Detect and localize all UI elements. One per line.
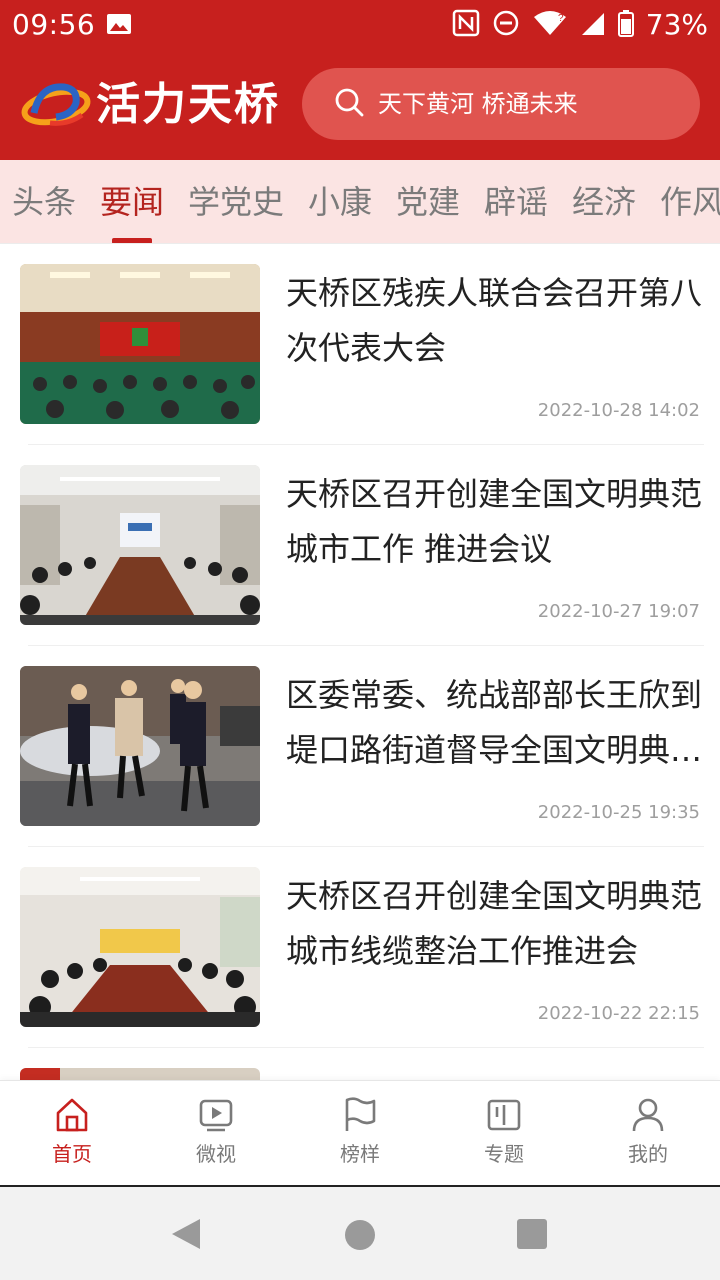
news-thumbnail	[20, 465, 260, 625]
news-title: 天桥区召开创建全国文明典范城市工作 推进会议	[286, 475, 702, 568]
dnd-icon	[492, 9, 520, 41]
nav-label: 我的	[628, 1142, 668, 1166]
tab-style[interactable]: 作风	[660, 182, 720, 222]
search-bar[interactable]: 天下黄河 桥通未来	[302, 68, 700, 140]
app-header: 活力天桥 天下黄河 桥通未来	[0, 50, 720, 160]
search-icon	[334, 87, 364, 121]
tab-economy[interactable]: 经济	[572, 182, 636, 222]
nav-video[interactable]: 微视	[144, 1081, 288, 1186]
system-nav-bar	[0, 1185, 720, 1280]
flag-icon	[345, 1097, 376, 1131]
news-list: 天桥区残疾人联合会召开第八次代表大会 2022-10-28 14:02 天桥区召…	[0, 244, 720, 1080]
book-icon	[487, 1099, 521, 1131]
svg-text:?: ?	[558, 13, 564, 24]
news-title: 天桥区残疾人联合会召开第八次代表大会	[286, 274, 702, 367]
wifi-icon: ?	[532, 9, 568, 41]
nfc-icon	[452, 9, 480, 41]
news-thumbnail	[20, 867, 260, 1027]
signal-icon	[580, 9, 606, 41]
logo-text: 活力天桥	[96, 79, 280, 130]
news-thumbnail	[20, 264, 260, 424]
nav-profile[interactable]: 我的	[576, 1081, 720, 1186]
nav-label: 首页	[52, 1142, 92, 1166]
nav-label: 微视	[196, 1142, 236, 1166]
status-time: 09:56	[12, 8, 96, 41]
home-button-icon[interactable]	[344, 1219, 376, 1251]
news-title: 副区长王立春调研指导建筑垃	[286, 1070, 702, 1080]
nav-topics[interactable]: 专题	[432, 1081, 576, 1186]
news-item[interactable]: 副区长王立春调研指导建筑垃	[0, 1048, 720, 1080]
tab-party-building[interactable]: 党建	[396, 182, 460, 222]
nav-label: 榜样	[340, 1142, 380, 1166]
tab-news[interactable]: 要闻	[100, 182, 164, 222]
channel-tabs: 头条 要闻 学党史 小康 党建 辟谣 经济 作风	[0, 160, 720, 244]
tab-headline[interactable]: 头条	[12, 182, 76, 222]
tab-rumor[interactable]: 辟谣	[484, 182, 548, 222]
news-item[interactable]: 天桥区召开创建全国文明典范城市工作 推进会议 2022-10-27 19:07	[0, 445, 720, 646]
app-logo: 活力天桥	[20, 72, 280, 138]
nav-role-models[interactable]: 榜样	[288, 1081, 432, 1186]
battery-percent: 73%	[645, 8, 708, 41]
news-thumbnail	[20, 1068, 260, 1080]
news-item[interactable]: 天桥区残疾人联合会召开第八次代表大会 2022-10-28 14:02	[0, 244, 720, 445]
back-icon[interactable]	[170, 1217, 202, 1251]
status-icons: ? 73%	[452, 8, 708, 42]
news-time: 2022-10-25 19:35	[537, 802, 700, 823]
bottom-nav: 首页 微视 榜样 专题 我的	[0, 1080, 720, 1185]
tab-xiaokang[interactable]: 小康	[308, 182, 372, 222]
news-time: 2022-10-27 19:07	[537, 601, 700, 622]
news-time: 2022-10-22 22:15	[537, 1003, 700, 1024]
home-icon	[56, 1098, 88, 1132]
news-item[interactable]: 天桥区召开创建全国文明典范城市线缆整治工作推进会 2022-10-22 22:1…	[0, 847, 720, 1048]
recents-icon[interactable]	[517, 1219, 547, 1249]
news-item[interactable]: 区委常委、统战部部长王欣到堤口路街道督导全国文明典… 2022-10-25 19…	[0, 646, 720, 847]
nav-label: 专题	[484, 1142, 524, 1166]
news-title: 区委常委、统战部部长王欣到堤口路街道督导全国文明典…	[286, 676, 702, 769]
nav-home[interactable]: 首页	[0, 1081, 144, 1186]
news-thumbnail	[20, 666, 260, 826]
image-icon	[106, 13, 132, 39]
play-icon	[199, 1099, 233, 1132]
news-time: 2022-10-28 14:02	[537, 400, 700, 421]
news-title: 天桥区召开创建全国文明典范城市线缆整治工作推进会	[286, 877, 702, 970]
search-placeholder: 天下黄河 桥通未来	[378, 90, 578, 118]
user-icon	[632, 1098, 664, 1132]
logo-mark-icon	[21, 83, 91, 126]
tab-party-history[interactable]: 学党史	[188, 182, 284, 222]
battery-icon	[617, 9, 634, 41]
status-bar: 09:56 ? 73%	[0, 0, 720, 50]
